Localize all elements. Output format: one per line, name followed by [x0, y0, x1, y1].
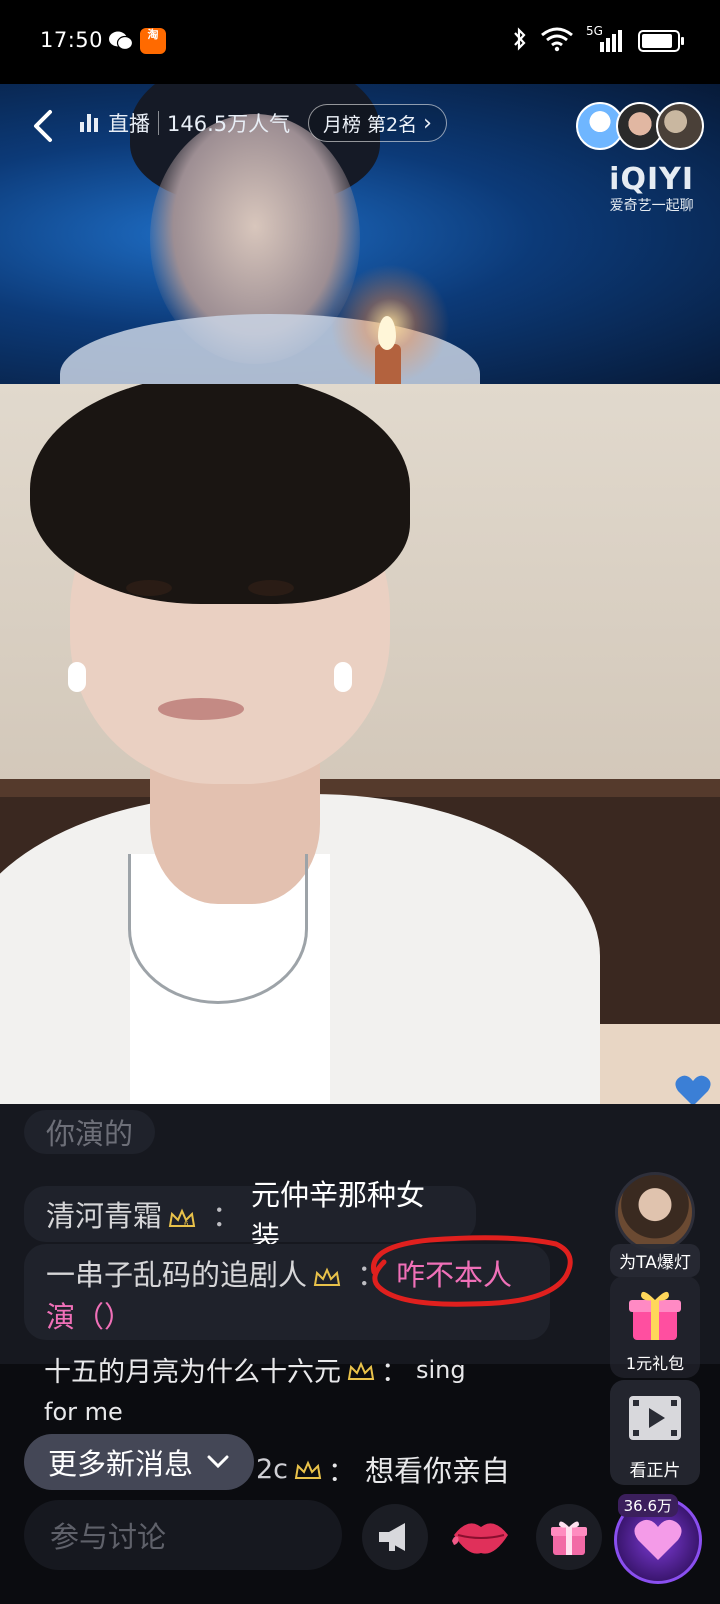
chat-text: 想看你亲自 [365, 1454, 511, 1488]
floating-heart-icon [674, 1074, 712, 1108]
discussion-placeholder: 参与讨论 [50, 1520, 167, 1554]
logo-brand: iQIYI [609, 162, 694, 197]
live-separator [158, 111, 159, 135]
megaphone-icon [379, 1523, 405, 1551]
chat-message[interactable]: 十五的月亮为什么十六元 ： sing [44, 1350, 466, 1389]
kiss-button[interactable] [448, 1504, 514, 1570]
wechat-icon [108, 28, 134, 54]
back-button[interactable] [30, 108, 60, 144]
more-new-messages-button[interactable]: 更多新消息 [24, 1434, 254, 1490]
red-annotation-circle [371, 1235, 573, 1307]
live-label: 直播 [108, 112, 150, 136]
live-bars-icon [80, 114, 100, 132]
chevron-right-icon: › [423, 110, 432, 136]
crown-badge-icon [347, 1359, 375, 1381]
viewer-avatars[interactable] [576, 102, 704, 150]
chat-username[interactable]: 一串子乱码的追剧人 [46, 1252, 307, 1294]
boost-label: 为TA爆灯 [610, 1244, 700, 1277]
streamer-lips [158, 698, 244, 720]
chat-text: 你演的 [46, 1117, 134, 1151]
earbud-left [68, 662, 86, 692]
chat-username[interactable]: 十五的月亮为什么十六元 [44, 1350, 341, 1389]
live-info: 直播 146.5万人气 [80, 108, 290, 138]
logo-subtitle: 爱奇艺一起聊 [609, 198, 694, 214]
headboard-trim [0, 779, 720, 797]
chat-text-continued: for me [44, 1398, 123, 1426]
boost-card[interactable]: 为TA爆灯 [610, 1172, 700, 1277]
battery-icon [638, 30, 684, 52]
chat-username[interactable]: 清河青霜 [46, 1193, 162, 1235]
chat-text: sing [416, 1355, 466, 1384]
watch-full-card[interactable]: 看正片 [610, 1380, 700, 1485]
status-bar: 17:50 淘 5G [0, 0, 720, 84]
heart-icon [634, 1519, 682, 1560]
watch-full-label: 看正片 [629, 1461, 681, 1481]
earbud-right [334, 662, 352, 692]
wifi-icon [540, 26, 574, 56]
chevron-down-icon [207, 1455, 229, 1469]
iqiyi-logo: iQIYI 爱奇艺一起聊 [609, 162, 694, 215]
viewer-avatar[interactable] [656, 102, 704, 150]
streamer-eye-right [248, 580, 294, 596]
battery-fill [642, 34, 673, 48]
candle [375, 344, 401, 384]
popularity-count: 146.5万人气 [167, 112, 291, 136]
film-play-icon [629, 1396, 681, 1440]
bluetooth-icon [512, 26, 528, 56]
gift-pack-card[interactable]: 1元礼包 [610, 1276, 700, 1378]
like-count: 36.6万 [617, 1494, 678, 1517]
chat-message-faded: 你演的 [24, 1110, 156, 1154]
monthly-rank-button[interactable]: 月榜 第2名 › [308, 104, 447, 142]
discussion-input[interactable]: 参与讨论 [24, 1500, 342, 1570]
more-messages-label: 更多新消息 [48, 1447, 194, 1481]
crown-badge-icon [313, 1262, 341, 1286]
crown-badge-icon: 6 [168, 1203, 196, 1228]
chat-separator: ： [381, 1357, 408, 1388]
streamer-eye-left [126, 580, 172, 596]
chat-message[interactable]: 2c ： 想看你亲自 [256, 1448, 510, 1490]
candle-flame [378, 316, 396, 350]
taobao-label: 淘 [147, 28, 159, 41]
status-indicators: 5G [512, 24, 684, 56]
rank-label: 月榜 第2名 [323, 113, 418, 136]
gift-icon [551, 1521, 587, 1555]
lips-icon [452, 1523, 508, 1554]
cellular-signal-icon: 5G [586, 24, 626, 54]
gift-pack-label: 1元礼包 [625, 1354, 685, 1373]
streamer-hair [30, 384, 410, 604]
chat-separator: ： [212, 1199, 242, 1233]
chat-separator: ： [328, 1456, 356, 1488]
gift-box-icon [629, 1291, 681, 1340]
gift-button[interactable] [536, 1504, 602, 1570]
megaphone-button[interactable] [362, 1504, 428, 1570]
crown-badge-icon [294, 1458, 322, 1480]
svg-text:6: 6 [184, 1220, 189, 1228]
chat-username[interactable]: 2c [256, 1454, 288, 1485]
boost-avatar [615, 1172, 695, 1252]
taobao-icon: 淘 [140, 28, 166, 54]
status-time: 17:50 [40, 28, 104, 52]
main-video-player[interactable] [0, 384, 720, 1104]
streamer-necklace [128, 854, 308, 1004]
